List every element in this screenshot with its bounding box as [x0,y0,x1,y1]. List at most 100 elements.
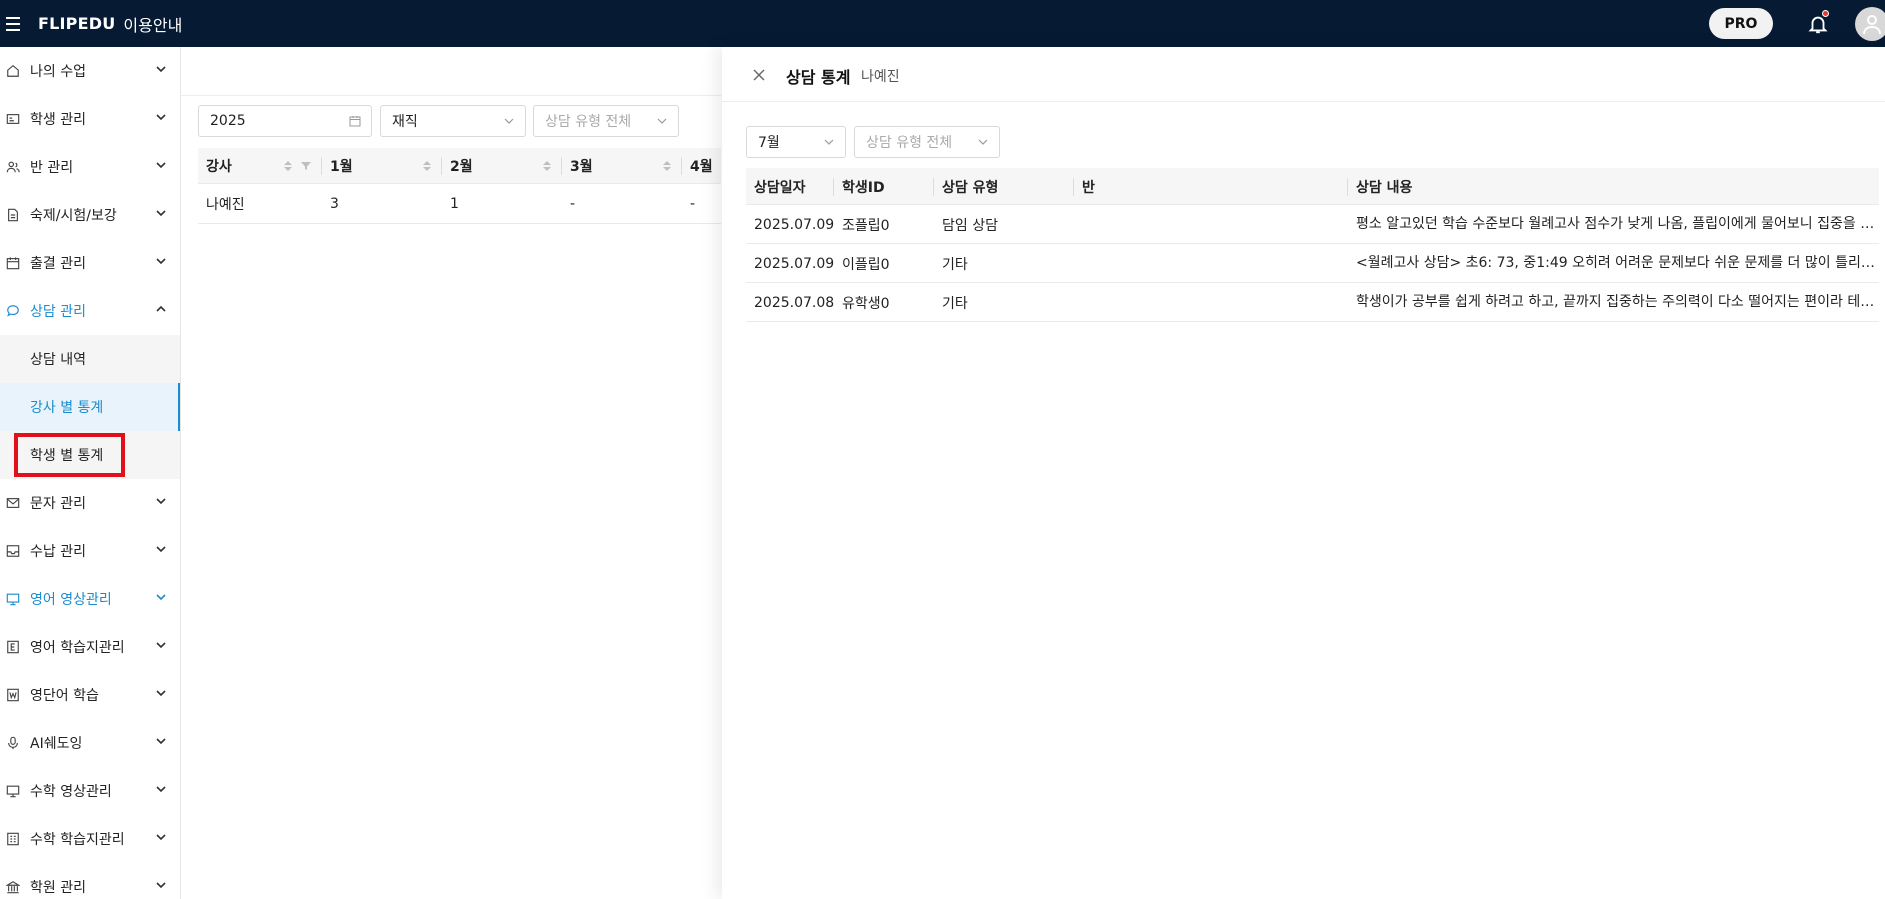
sidebar-item-label: 영어 학습지관리 [30,640,125,656]
sort-icon[interactable] [423,161,431,171]
avatar[interactable] [1855,6,1885,41]
sidebar-item-label: 학생 관리 [30,112,86,128]
cell-student-id: 유학생0 [842,295,890,312]
sidebar-item-english-video[interactable]: 영어 영상관리 [0,575,180,623]
sidebar-item-classes[interactable]: 반 관리 [0,143,180,191]
column-label: 1월 [330,159,353,175]
year-picker[interactable]: 2025 [198,105,372,137]
sort-icon[interactable] [663,161,671,171]
sidebar-subitem-counseling-history[interactable]: 상담 내역 [0,335,180,383]
brand-logo[interactable]: FLIPEDU [38,14,115,33]
drawer-counseling-type-select[interactable]: 상담 유형 전체 [854,126,1000,158]
sidebar-item-label: 영어 영상관리 [30,592,112,608]
column-header-apr[interactable]: 4월 [682,148,721,184]
cell-date: 2025.07.09 [754,255,834,272]
cell-content: 평소 알고있던 학습 수준보다 월례고사 점수가 낮게 나옴, 플립이에게 물어… [1356,216,1879,232]
column-header-type: 상담 유형 [934,168,1074,205]
cell-jan[interactable]: 3 [322,184,442,224]
cell-type: 담임 상담 [942,217,998,234]
column-header-class: 반 [1074,168,1348,205]
sidebar-item-english-worksheet[interactable]: 영어 학습지관리 [0,623,180,671]
users-icon [5,159,21,175]
filter-icon[interactable] [301,161,311,171]
close-icon[interactable] [752,68,766,82]
chevron-down-icon [156,498,166,505]
pro-button[interactable]: PRO [1709,8,1773,39]
chevron-down-icon [156,738,166,745]
sidebar-item-homework[interactable]: 숙제/시험/보강 [0,191,180,239]
chevron-down-icon [156,834,166,841]
chevron-down-icon [156,162,166,169]
column-label: 3월 [570,159,593,175]
sidebar-item-payments[interactable]: 수납 관리 [0,527,180,575]
letter-e-icon [5,639,21,655]
table-row[interactable]: 2025.07.08 유학생0 기타 학생이가 공부를 쉽게 하려고 하고, 끝… [746,283,1879,322]
sidebar-item-label: 영단어 학습 [30,688,99,704]
sidebar-item-label: AI쉐도잉 [30,736,83,752]
calendar-icon [349,116,361,127]
chevron-down-icon [156,882,166,889]
sidebar-item-attendance[interactable]: 출결 관리 [0,239,180,287]
drawer-subtitle: 나예진 [861,69,900,85]
chevron-down-icon [824,139,834,145]
sidebar-item-my-class[interactable]: 나의 수업 [0,47,180,95]
menu-icon[interactable] [6,16,20,31]
cell-date: 2025.07.08 [754,294,834,311]
sidebar-item-academy[interactable]: 학원 관리 [0,863,180,899]
counseling-type-select[interactable]: 상담 유형 전체 [533,105,679,137]
cell-content: <월례고사 상담> 초6: 73, 중1:49 오히려 어려운 문제보다 쉬운 … [1356,255,1879,271]
mail-icon [5,495,21,511]
chevron-down-icon [156,546,166,553]
notification-bell-icon[interactable] [1807,9,1829,35]
sidebar-item-messages[interactable]: 문자 관리 [0,479,180,527]
month-select[interactable]: 7월 [746,126,846,158]
type-placeholder: 상담 유형 전체 [545,114,632,130]
chevron-down-icon [156,594,166,601]
year-value: 2025 [210,113,246,129]
cell-feb[interactable]: 1 [442,184,562,224]
monitor-icon [5,591,21,607]
sidebar-item-math-worksheet[interactable]: 수학 학습지관리 [0,815,180,863]
column-header-feb[interactable]: 2월 [442,148,562,184]
document-icon [5,207,21,223]
sidebar-item-math-video[interactable]: 수학 영상관리 [0,767,180,815]
column-header-teacher[interactable]: 강사 [198,148,322,184]
counseling-stats-drawer: 상담 통계 나예진 7월 상담 유형 전체 상담일자 학생ID 상담 유형 반 … [722,47,1885,899]
divider [181,95,721,96]
sidebar-item-students[interactable]: 학생 관리 [0,95,180,143]
letter-w-icon [5,687,21,703]
calendar-icon [5,255,21,271]
sidebar-item-ai-shadowing[interactable]: AI쉐도잉 [0,719,180,767]
id-card-icon [5,111,21,127]
sidebar-item-label: 학원 관리 [30,880,86,896]
table-row[interactable]: 2025.07.09 조플립0 담임 상담 평소 알고있던 학습 수준보다 월례… [746,205,1879,244]
sidebar-item-label: 숙제/시험/보강 [30,208,117,224]
sidebar-item-label: 나의 수업 [30,64,86,80]
status-select[interactable]: 재직 [380,105,526,137]
cell-content: 학생이가 공부를 쉽게 하려고 하고, 끝까지 집중하는 주의력이 다소 떨어지… [1356,294,1879,310]
column-header-content: 상담 내용 [1356,179,1413,196]
column-header-date: 상담일자 [746,168,834,205]
cell-date: 2025.07.09 [754,216,834,233]
cell-class [1074,283,1348,322]
column-label: 2월 [450,159,473,175]
chevron-down-icon [156,642,166,649]
sidebar-subitem-teacher-stats[interactable]: 강사 별 통계 [0,383,180,431]
column-header-mar[interactable]: 3월 [562,148,682,184]
guide-link[interactable]: 이용안내 [123,12,182,36]
table-row[interactable]: 2025.07.09 이플립0 기타 <월례고사 상담> 초6: 73, 중1:… [746,244,1879,283]
column-header-student-id: 학생ID [834,168,934,205]
month-value: 7월 [758,135,780,151]
table-row[interactable]: 나예진 3 1 - - [198,184,721,224]
teacher-stats-table-header: 강사 1월 2월 3월 4월 [198,148,721,184]
column-header-jan[interactable]: 1월 [322,148,442,184]
sidebar-item-label: 수납 관리 [30,544,86,560]
selection-highlight [14,433,125,477]
sort-icon[interactable] [543,161,551,171]
top-bar: FLIPEDU 이용안내 PRO [0,0,1885,47]
sort-icon[interactable] [284,161,292,171]
sidebar-item-english-words[interactable]: 영단어 학습 [0,671,180,719]
sidebar-item-label: 수학 영상관리 [30,784,112,800]
sidebar-item-counseling[interactable]: 상담 관리 [0,287,180,335]
status-value: 재직 [392,114,418,130]
